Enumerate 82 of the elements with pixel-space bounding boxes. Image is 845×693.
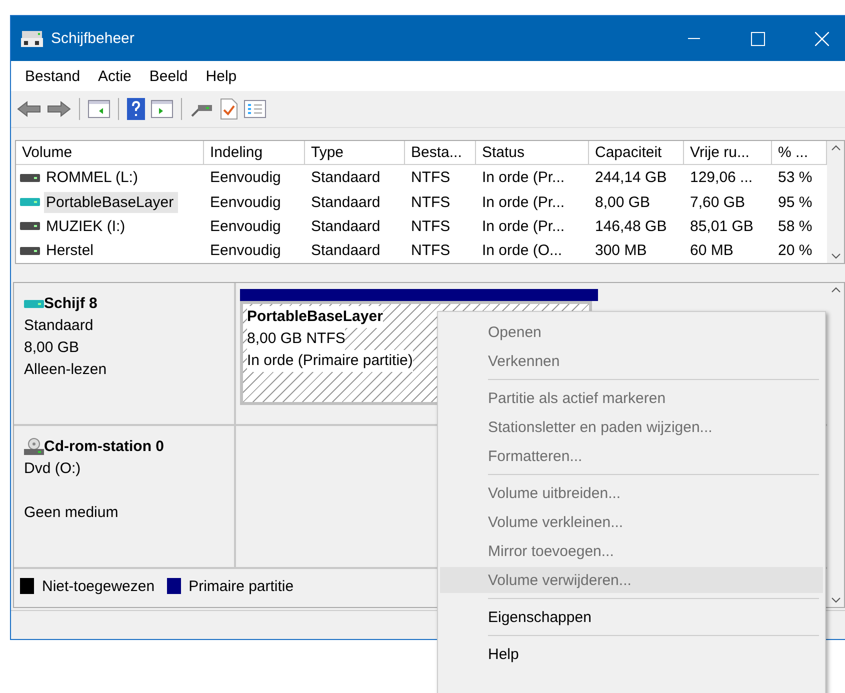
menu-item[interactable]: Beeld [140, 68, 197, 84]
table-cell-text: 20 % [777, 242, 814, 260]
checklist-icon[interactable] [244, 100, 266, 118]
back-arrow-icon[interactable] [17, 100, 41, 118]
menu-item[interactable]: Eigenschappen [440, 604, 823, 630]
drive-icon [24, 299, 44, 309]
table-cell[interactable]: Herstel [44, 240, 98, 262]
table-cell-text: 244,14 GB [594, 169, 668, 186]
menu-item[interactable]: Actie [89, 68, 140, 84]
disk-info: Geen medium [24, 503, 120, 523]
column-header[interactable]: Capaciteit [589, 141, 684, 166]
legend-label: Primaire partitie [188, 578, 294, 594]
table-cell-text: Standaard [310, 169, 382, 186]
table-cell-text: NTFS [410, 218, 452, 235]
partition-name: PortableBaseLayer [247, 306, 383, 328]
disk-name: Cd-rom-station 0 [44, 437, 164, 457]
column-header[interactable]: Type [305, 141, 405, 166]
menu-item[interactable]: Help [440, 641, 823, 667]
disk-info: Alleen-lezen [24, 360, 108, 380]
column-header[interactable]: Indeling [204, 141, 305, 166]
table-cell-text: NTFS [410, 169, 452, 186]
table-cell-text: In orde (Pr... [481, 194, 566, 211]
table-cell-text: 53 % [777, 169, 814, 186]
scroll-down-icon[interactable] [830, 597, 840, 603]
disk-label-panel[interactable]: Schijf 8 Standaard 8,00 GB Alleen-lezen [14, 283, 236, 424]
disk-info: Standaard [24, 316, 94, 336]
disk-label-panel[interactable]: Cd-rom-station 0 Dvd (O:) Geen medium [14, 426, 236, 567]
table-cell-text: 58 % [777, 218, 814, 235]
table-cell-text: 129,06 ... [689, 169, 754, 186]
scroll-up-icon[interactable] [830, 145, 840, 151]
panel-icon[interactable] [151, 100, 173, 118]
column-header[interactable]: Besta... [405, 141, 476, 166]
table-cell-text: 146,48 GB [594, 218, 668, 235]
legend-label: Niet-toegewezen [42, 578, 155, 594]
disk-name: Schijf 8 [44, 294, 98, 314]
disk-management-icon [21, 30, 43, 48]
table-cell-text: 300 MB [594, 242, 648, 260]
help-icon[interactable] [127, 98, 145, 120]
table-cell-text: In orde (Pr... [481, 218, 566, 235]
minimize-icon [688, 38, 700, 40]
menu-item[interactable]: Help [196, 68, 246, 84]
table-cell[interactable]: ROMMEL (L:) [44, 167, 142, 188]
scroll-up-icon[interactable] [830, 287, 840, 293]
maximize-icon [751, 32, 765, 46]
disk-info: Dvd (O:) [24, 459, 82, 479]
table-cell[interactable]: MUZIEK (I:) [44, 216, 130, 237]
partition-info: 8,00 GB NTFS [247, 328, 346, 350]
table-cell-text: 85,01 GB [689, 218, 754, 235]
cd-drive-icon [24, 438, 44, 456]
forward-arrow-icon[interactable] [47, 100, 71, 118]
table-cell-text: Eenvoudig [209, 242, 282, 260]
panel-icon[interactable] [88, 100, 110, 118]
drive-icon [20, 197, 40, 208]
table-cell-text: Standaard [310, 242, 382, 260]
column-header[interactable]: Volume [16, 141, 204, 166]
disk-info: 8,00 GB [24, 338, 80, 358]
close-icon [815, 32, 829, 46]
partition-info: In orde (Primaire partitie) [247, 350, 413, 372]
drive-icon [20, 246, 40, 256]
scroll-down-icon[interactable] [830, 253, 840, 259]
column-header[interactable]: Status [476, 141, 589, 166]
table-cell-text: Eenvoudig [209, 218, 282, 235]
table-cell-text: 95 % [777, 194, 814, 211]
table-cell-text: 8,00 GB [594, 194, 652, 211]
table-cell-text: Standaard [310, 194, 382, 211]
column-header[interactable]: Vrije ru... [684, 141, 772, 166]
window-title: Schijfbeheer [51, 30, 136, 47]
drive-icon [20, 221, 40, 232]
table-cell-text: In orde (Pr... [481, 169, 566, 186]
table-cell-text: In orde (O... [481, 242, 564, 260]
menu-item[interactable]: Bestand [16, 68, 90, 84]
table-cell-text: 60 MB [689, 242, 734, 260]
drive-icon [20, 172, 40, 183]
table-cell[interactable]: PortableBaseLayer [44, 192, 178, 213]
table-cell-text: NTFS [410, 194, 452, 211]
table-cell-text: Standaard [310, 218, 382, 235]
table-cell-text: NTFS [410, 242, 452, 260]
table-cell-text: Eenvoudig [209, 194, 282, 211]
scrollbar[interactable] [827, 141, 844, 263]
table-cell-text: 7,60 GB [689, 194, 746, 211]
table-cell-text: Eenvoudig [209, 169, 282, 186]
checked-document-icon[interactable] [220, 98, 238, 120]
